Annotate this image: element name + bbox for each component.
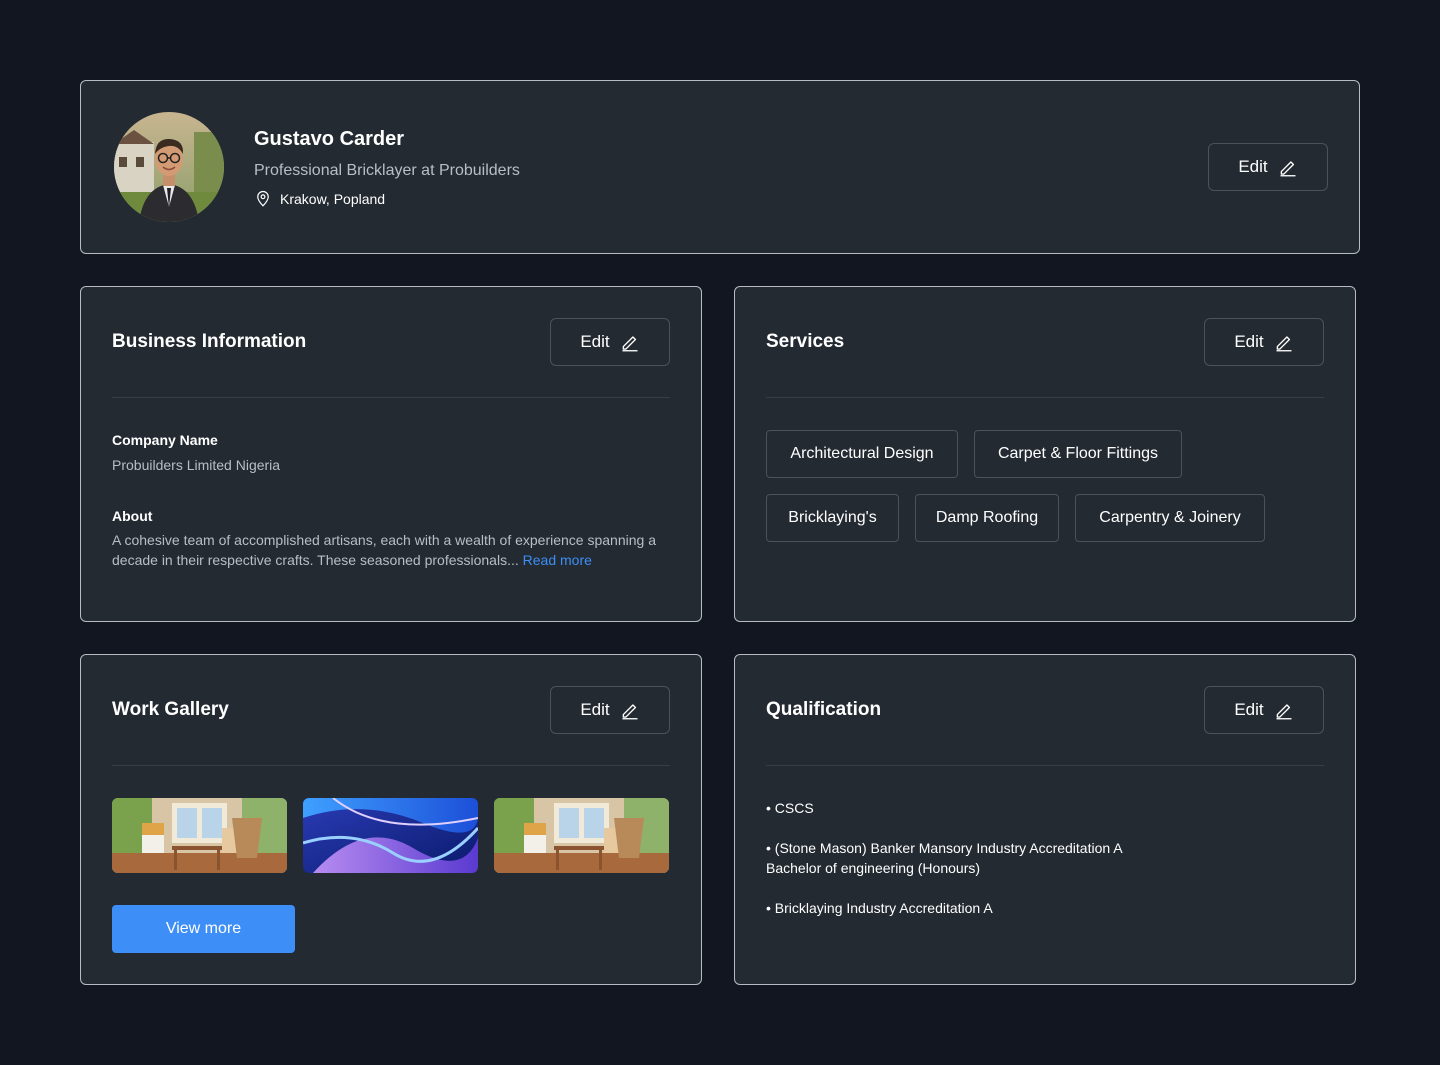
services-title: Services (766, 331, 845, 352)
profile-location: Krakow, Popland (254, 190, 385, 208)
edit-label: Edit (580, 700, 610, 719)
service-tag[interactable]: Damp Roofing (915, 494, 1059, 542)
business-information-title: Business Information (112, 331, 307, 352)
service-tag[interactable]: Carpet & Floor Fittings (974, 430, 1182, 478)
work-gallery-title: Work Gallery (112, 699, 229, 720)
profile-card: Gustavo Carder Professional Bricklayer a… (80, 80, 1360, 254)
service-tag[interactable]: Bricklaying's (766, 494, 899, 542)
business-edit-button[interactable]: Edit (550, 318, 670, 366)
studio-image (494, 798, 669, 873)
view-more-button[interactable]: View more (112, 905, 295, 953)
service-tag[interactable]: Architectural Design (766, 430, 958, 478)
avatar (114, 112, 224, 222)
about-text: A cohesive team of accomplished artisans… (112, 530, 672, 570)
work-gallery-card: Work Gallery Edit View more (80, 654, 702, 985)
qualification-card: Qualification Edit • CSCS • (Stone Mason… (734, 654, 1356, 985)
qualification-item: • CSCS (766, 800, 814, 816)
about-label: About (112, 508, 153, 524)
pencil-icon (1276, 336, 1292, 352)
profile-edit-button[interactable]: Edit (1208, 143, 1328, 191)
company-name-label: Company Name (112, 432, 218, 448)
read-more-link[interactable]: Read more (523, 552, 592, 568)
divider (112, 397, 670, 398)
divider (766, 397, 1324, 398)
pencil-icon (1280, 161, 1296, 177)
service-tag[interactable]: Carpentry & Joinery (1075, 494, 1265, 542)
location-pin-icon (257, 190, 269, 207)
business-information-card: Business Information Edit Company Name P… (80, 286, 702, 622)
edit-label: Edit (1238, 157, 1268, 176)
gallery-thumbnail[interactable] (303, 798, 478, 873)
studio-image (112, 798, 287, 873)
qualification-title: Qualification (766, 699, 882, 720)
gallery-edit-button[interactable]: Edit (550, 686, 670, 734)
divider (766, 765, 1324, 766)
edit-label: Edit (580, 332, 610, 351)
divider (112, 765, 670, 766)
pencil-icon (622, 704, 638, 720)
qualification-item: • Bricklaying Industry Accreditation A (766, 900, 993, 916)
gallery-thumbnail[interactable] (112, 798, 287, 873)
gallery-thumbnail[interactable] (494, 798, 669, 873)
profile-name: Gustavo Carder (254, 128, 405, 150)
company-name-value: Probuilders Limited Nigeria (112, 457, 281, 473)
services-card: Services Edit Architectural Design Carpe… (734, 286, 1356, 622)
qualification-edit-button[interactable]: Edit (1204, 686, 1324, 734)
profile-job-title: Professional Bricklayer at Probuilders (254, 162, 520, 179)
avatar-image (114, 112, 224, 222)
pencil-icon (1276, 704, 1292, 720)
qualification-item: • (Stone Mason) Banker Mansory Industry … (766, 840, 1122, 876)
edit-label: Edit (1234, 332, 1264, 351)
services-edit-button[interactable]: Edit (1204, 318, 1324, 366)
pencil-icon (622, 336, 638, 352)
location-text: Krakow, Popland (280, 191, 386, 207)
abstract-waves-image (303, 798, 478, 873)
edit-label: Edit (1234, 700, 1264, 719)
